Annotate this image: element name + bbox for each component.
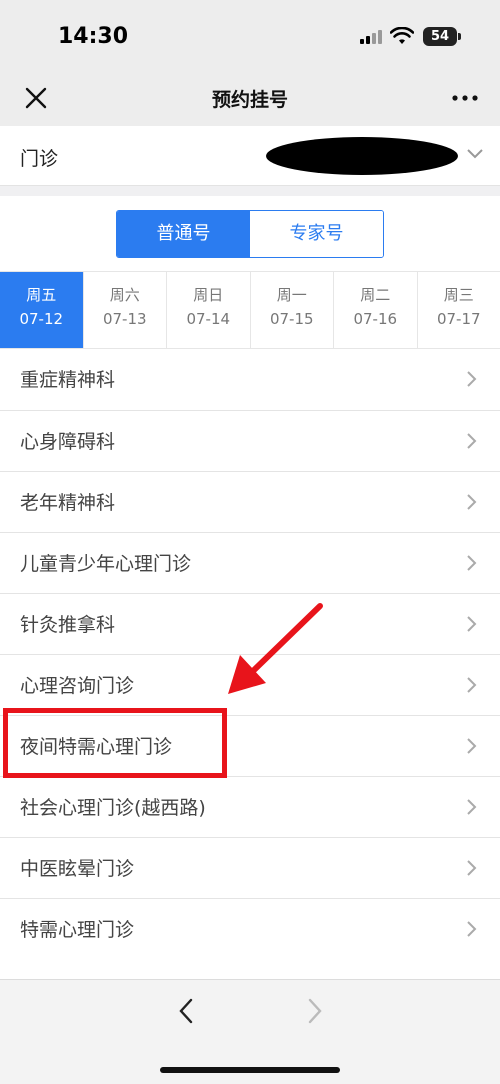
department-name: 心身障碍科 [20, 431, 116, 453]
date-tab-4[interactable]: 周二 07-16 [334, 272, 418, 348]
date-tab-date: 07-13 [102, 310, 147, 328]
department-name: 重症精神科 [20, 369, 116, 391]
status-bar: 14:30 54 [0, 0, 500, 70]
signal-icon [360, 30, 382, 44]
date-tab-weekday: 周三 [443, 286, 474, 304]
clinic-label: 门诊 [20, 148, 59, 170]
date-tab-date: 07-17 [436, 310, 481, 328]
department-name: 针灸推拿科 [20, 614, 116, 636]
chevron-right-icon [467, 555, 477, 571]
selector-panel: 普通号 专家号 周五 07-12 周六 07-13 周日 07-14 周一 07… [0, 196, 500, 349]
chevron-right-icon [467, 921, 477, 937]
date-tab-0[interactable]: 周五 07-12 [0, 272, 84, 348]
annotation-highlight-box [3, 708, 227, 778]
chevron-right-icon [467, 616, 477, 632]
date-tab-weekday: 周一 [276, 286, 307, 304]
registration-type-toggle: 普通号 专家号 [116, 210, 384, 258]
forward-arrow-icon[interactable] [303, 996, 327, 1026]
chevron-right-icon [467, 494, 477, 510]
department-list: 重症精神科 心身障碍科 老年精神科 儿童青少年心理门诊 针灸推拿科 心理咨询门诊… [0, 349, 500, 979]
date-tab-1[interactable]: 周六 07-13 [83, 272, 167, 348]
nav-bar: 预约挂号 [0, 70, 500, 126]
clinic-selector[interactable]: 门诊 [0, 126, 500, 186]
date-tab-5[interactable]: 周三 07-17 [417, 272, 500, 348]
date-tab-weekday: 周六 [109, 286, 140, 304]
chevron-right-icon [467, 860, 477, 876]
date-tab-3[interactable]: 周一 07-15 [250, 272, 334, 348]
list-item[interactable]: 特需心理门诊 [0, 898, 500, 959]
date-tab-2[interactable]: 周日 07-14 [167, 272, 251, 348]
chevron-right-icon [467, 799, 477, 815]
department-name: 老年精神科 [20, 492, 116, 514]
home-indicator [160, 1067, 340, 1073]
list-item[interactable]: 中医眩晕门诊 [0, 837, 500, 898]
page-title: 预约挂号 [211, 89, 288, 111]
date-tabs: 周五 07-12 周六 07-13 周日 07-14 周一 07-15 周二 0… [0, 271, 500, 349]
status-time: 14:30 [58, 24, 129, 49]
chevron-right-icon [467, 433, 477, 449]
date-tab-date: 07-15 [269, 310, 314, 328]
department-name: 心理咨询门诊 [20, 675, 135, 697]
list-item[interactable]: 儿童青少年心理门诊 [0, 532, 500, 593]
chevron-right-icon [467, 371, 477, 387]
department-name: 中医眩晕门诊 [20, 858, 135, 880]
department-name: 社会心理门诊(越西路) [20, 797, 206, 819]
date-tab-weekday: 周二 [360, 286, 391, 304]
back-arrow-icon[interactable] [174, 996, 198, 1026]
wifi-icon [390, 27, 414, 44]
department-name: 特需心理门诊 [20, 919, 135, 941]
more-icon[interactable] [448, 82, 482, 114]
redacted-clinic-value [266, 137, 458, 175]
battery-icon: 54 [423, 27, 461, 46]
date-tab-date: 07-16 [353, 310, 398, 328]
chevron-right-icon [467, 738, 477, 754]
date-tab-date: 07-14 [186, 310, 231, 328]
date-tab-weekday: 周五 [26, 286, 57, 304]
list-item[interactable]: 重症精神科 [0, 349, 500, 410]
list-item[interactable]: 心身障碍科 [0, 410, 500, 471]
list-item[interactable]: 老年精神科 [0, 471, 500, 532]
chevron-down-icon [467, 149, 483, 159]
general-number-tab[interactable]: 普通号 [117, 211, 250, 257]
chevron-right-icon [467, 677, 477, 693]
bottom-toolbar [0, 979, 500, 1084]
list-item[interactable]: 心理咨询门诊 [0, 654, 500, 715]
list-item[interactable]: 针灸推拿科 [0, 593, 500, 654]
list-item[interactable]: 社会心理门诊(越西路) [0, 776, 500, 837]
date-tab-weekday: 周日 [193, 286, 224, 304]
date-tab-date: 07-12 [19, 310, 64, 328]
department-name: 儿童青少年心理门诊 [20, 553, 192, 575]
expert-number-tab[interactable]: 专家号 [250, 211, 383, 257]
